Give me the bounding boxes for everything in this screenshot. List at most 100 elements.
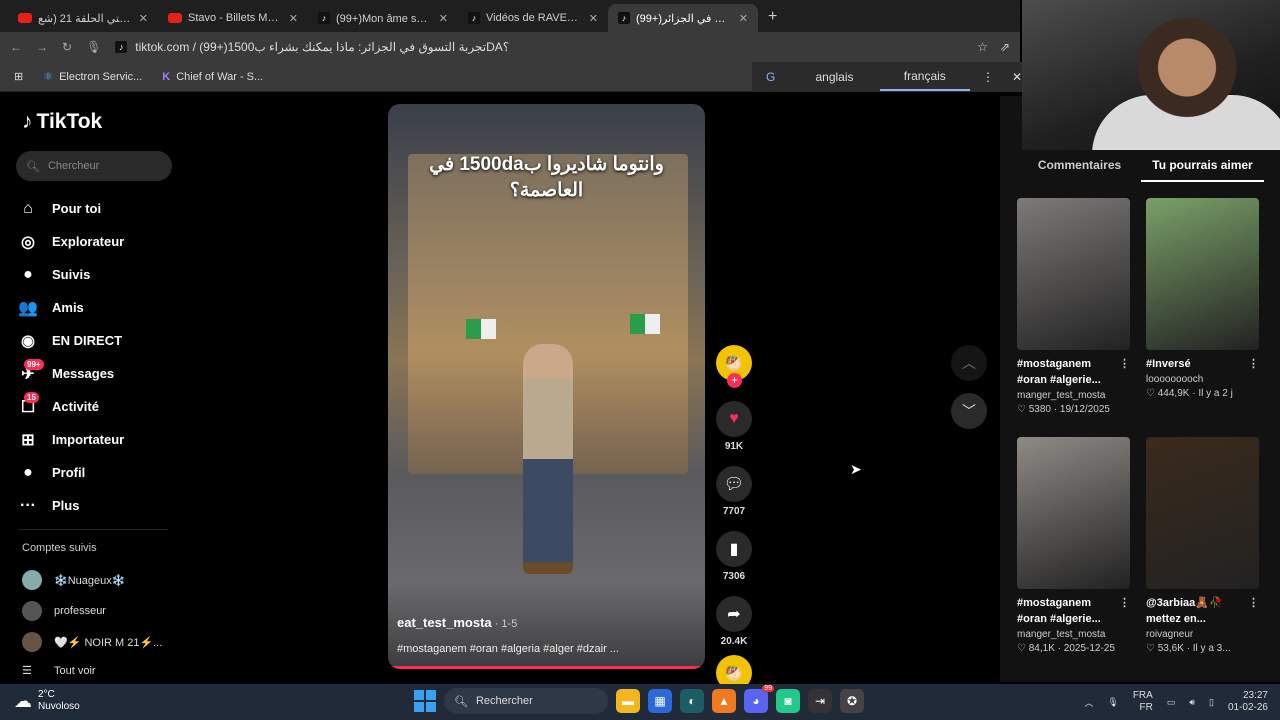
network-icon[interactable]: ▭ xyxy=(1167,697,1176,708)
video-username[interactable]: eat_test_mosta · 1-5 xyxy=(397,615,517,630)
tab-close-icon[interactable]: ✕ xyxy=(589,12,598,25)
card-user[interactable]: roivagneur xyxy=(1146,629,1259,640)
weather-widget[interactable]: ☁ 2°C Nuvoloso xyxy=(14,689,80,713)
close-icon[interactable]: ✕ xyxy=(1012,70,1022,84)
battery-icon[interactable]: ▯ xyxy=(1209,697,1214,708)
recommendation-card[interactable]: #Inversé ⋮ looooooooch ♡ 444,9K · Il y a 2 … xyxy=(1146,198,1259,399)
apps-grid-icon[interactable]: ⊞ xyxy=(14,70,23,83)
nav-item-pour-toi[interactable]: ⌂ Pour toi xyxy=(18,192,124,225)
share-icon[interactable]: ⇗ xyxy=(1000,40,1010,54)
nav-item-activité[interactable]: ☐ 15 Activité xyxy=(18,390,124,423)
tab-close-icon[interactable]: ✕ xyxy=(439,12,448,25)
card-thumbnail[interactable] xyxy=(1017,198,1130,350)
nav-item-explorateur[interactable]: ◎ Explorateur xyxy=(18,225,124,258)
mic-icon[interactable]: 🎙 xyxy=(1107,697,1118,708)
game-app-icon[interactable]: ✪ xyxy=(840,689,864,713)
card-user[interactable]: manger_test_mosta xyxy=(1017,390,1130,401)
windows-start-icon[interactable] xyxy=(414,690,436,712)
address-bar[interactable]: ♪ tiktok.com / (99+)تجربة التسوق في الجز… xyxy=(115,35,964,59)
lang-to-tab[interactable]: français xyxy=(879,63,970,91)
tiktok-logo[interactable]: ♪ TikTok xyxy=(22,110,102,134)
more-vert-icon[interactable]: ⋮ xyxy=(1248,595,1259,611)
save-button[interactable]: ▮ xyxy=(716,531,752,567)
recommendation-card[interactable]: #mostaganem #oran #algerie... ⋮ manger_tes… xyxy=(1017,198,1130,415)
more-vert-icon[interactable]: ⋮ xyxy=(1119,356,1130,372)
card-meta: ♡ 84,1K · 2025-12-25 xyxy=(1017,643,1115,654)
save-count: 7306 xyxy=(722,571,746,582)
tab-title: (99+)تجربة التسوق في الجزائر xyxy=(636,12,733,25)
nav-item-suivis[interactable]: ● Suivis xyxy=(18,258,124,291)
clock[interactable]: 23:27 01-02-26 xyxy=(1228,690,1268,714)
card-likes: 84,1K xyxy=(1028,643,1055,654)
more-vert-icon[interactable]: ⋮ xyxy=(1248,356,1259,372)
taskbar-search[interactable]: 🔍︎ Rechercher xyxy=(444,688,608,714)
see-all-link[interactable]: ☰ Tout voir xyxy=(22,664,172,678)
card-user[interactable]: manger_test_mosta xyxy=(1017,629,1130,640)
nav-item-importateur[interactable]: ⊞ Importateur xyxy=(18,423,124,456)
more-vert-icon[interactable]: ⋮ xyxy=(1119,595,1130,611)
nav-item-messages[interactable]: ✈ 99+ Messages xyxy=(18,357,124,390)
chat-app-icon[interactable]: ◙ xyxy=(776,689,800,713)
card-thumbnail[interactable] xyxy=(1146,198,1259,350)
browser-app-icon[interactable]: ◐ xyxy=(680,689,704,713)
reload-icon[interactable]: ↻ xyxy=(62,40,72,54)
nav-item-en-direct[interactable]: ◉ EN DIRECT xyxy=(18,324,124,357)
tab-close-icon[interactable]: ✕ xyxy=(139,12,148,25)
scroll-up-button[interactable]: ︿ xyxy=(951,345,987,381)
card-thumbnail[interactable] xyxy=(1146,437,1259,589)
nav-label: Importateur xyxy=(52,432,125,447)
media-app-icon[interactable]: ⇥ xyxy=(808,689,832,713)
ai-app-icon[interactable]: ▲ xyxy=(712,689,736,713)
mic-icon[interactable]: 🎙 xyxy=(86,40,101,54)
video-progress-bar[interactable] xyxy=(388,666,705,669)
video-player[interactable]: وانتوما شاديروا ب1500da في العاصمة؟ eat_… xyxy=(388,104,705,669)
back-icon[interactable]: ← xyxy=(10,40,22,54)
search-input[interactable]: 🔍︎ Chercheur xyxy=(16,151,172,181)
tab-strip: شالا بالا سيتي الحلقة 21 (شع✕Stavo - Bil… xyxy=(0,0,1020,32)
recommendation-card[interactable]: #mostaganem #oran #algerie... ⋮ manger_tes… xyxy=(1017,437,1130,654)
follow-plus-icon[interactable]: + xyxy=(727,373,742,388)
like-button[interactable]: ♥ xyxy=(716,401,752,437)
following-item[interactable]: ❄️Nuageux❄️ xyxy=(22,570,172,590)
nav-item-profil[interactable]: ● Profil xyxy=(18,456,124,489)
card-thumbnail[interactable] xyxy=(1017,437,1130,589)
discord-icon[interactable]: ◕ 99 xyxy=(744,685,774,713)
card-user[interactable]: looooooooch xyxy=(1146,374,1259,385)
language-indicator[interactable]: FRA FR xyxy=(1133,690,1153,714)
tab-close-icon[interactable]: ✕ xyxy=(739,12,748,25)
following-item[interactable]: 🤍⚡ NOIR M 21⚡... xyxy=(22,632,172,652)
browser-tab[interactable]: Stavo - Billets Mauves feat. ✕ xyxy=(158,4,308,32)
creator-avatar[interactable]: 🥙 + xyxy=(716,345,752,388)
file-explorer-icon[interactable]: ▬ xyxy=(616,689,640,713)
video-date: · 1-5 xyxy=(491,618,518,630)
recommendation-card[interactable]: @3arbiaa🧸🥀 mettez en... ⋮ roivagneur ♡ 53,6… xyxy=(1146,437,1259,654)
browser-tab[interactable]: ♪ (99+)Mon âme sœur 💗 ✕ xyxy=(308,4,458,32)
comment-button[interactable]: 💬︎ xyxy=(716,466,752,502)
forward-icon[interactable]: → xyxy=(36,40,48,54)
tab-you-may-like[interactable]: Tu pourrais aimer xyxy=(1141,150,1264,182)
video-hashtags[interactable]: #mostaganem #oran #algeria #alger #dzair… xyxy=(397,643,619,655)
tab-close-icon[interactable]: ✕ xyxy=(289,12,298,25)
nav-label: Pour toi xyxy=(52,201,102,216)
tab-comments[interactable]: Commentaires xyxy=(1018,150,1141,182)
browser-tab[interactable]: شالا بالا سيتي الحلقة 21 (شع ✕ xyxy=(8,4,158,32)
share-button[interactable]: ➦ xyxy=(716,596,752,632)
lang-from-tab[interactable]: anglais xyxy=(789,64,879,90)
new-tab-button[interactable]: + xyxy=(758,8,787,32)
bookmark-chief-of-war[interactable]: K Chief of War - S... xyxy=(162,71,263,83)
chevron-up-icon[interactable]: ︿ xyxy=(1084,696,1093,709)
volume-icon[interactable]: 🔊︎ xyxy=(1189,697,1195,708)
nav-item-amis[interactable]: 👥 Amis xyxy=(18,291,124,324)
tiktok-icon: ♪ xyxy=(318,12,330,24)
scroll-down-button[interactable]: ﹀ xyxy=(951,393,987,429)
following-item[interactable]: professeur xyxy=(22,601,172,621)
nav-item-plus[interactable]: ··· Plus xyxy=(18,489,124,522)
live-icon: ◉ xyxy=(21,332,35,350)
store-icon[interactable]: ▦ xyxy=(648,689,672,713)
browser-tab[interactable]: ♪ (99+)تجربة التسوق في الجزائر ✕ xyxy=(608,4,758,32)
browser-tab[interactable]: ♪ Vidéos de RAVEN (@i.raven ✕ xyxy=(458,4,608,32)
more-vert-icon[interactable]: ⋮ xyxy=(982,70,994,84)
bookmark-electron[interactable]: ⚛ Electron Servic... xyxy=(43,70,142,84)
bookmark-star-icon[interactable]: ☆ xyxy=(977,40,988,54)
search-icon: 🔍︎ xyxy=(454,695,468,708)
